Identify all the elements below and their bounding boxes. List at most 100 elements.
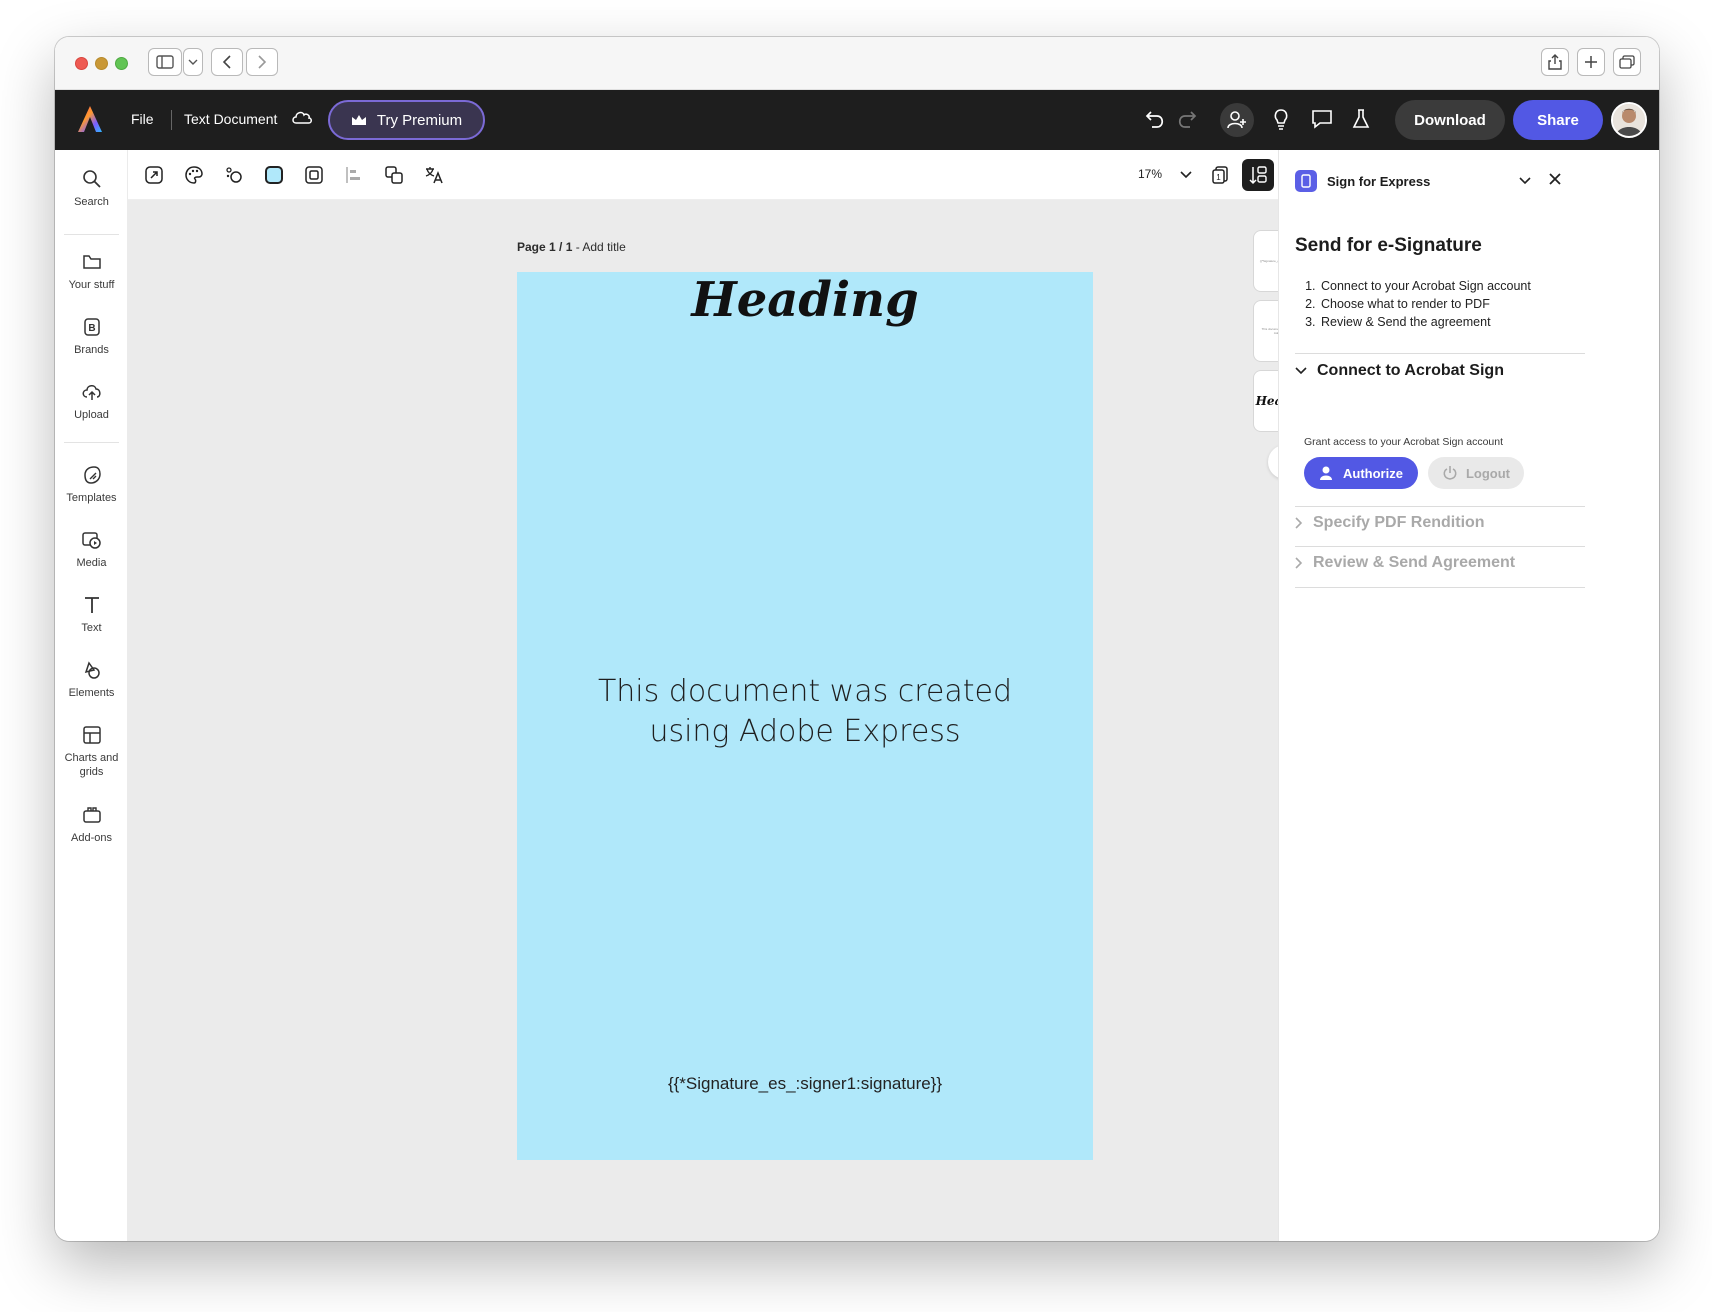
animate-icon <box>226 167 242 183</box>
rail-search[interactable]: Search <box>55 169 128 209</box>
user-photo-icon <box>1613 104 1645 136</box>
chevron-right-icon <box>1295 517 1303 529</box>
minimize-window-button[interactable] <box>95 57 108 70</box>
logout-label: Logout <box>1465 465 1511 481</box>
align-button[interactable] <box>342 163 366 187</box>
steps-list: Connect to your Acrobat Sign account Cho… <box>1319 277 1531 331</box>
ideas-button[interactable] <box>1272 108 1290 130</box>
flask-icon <box>1352 109 1370 128</box>
user-key-icon <box>1320 466 1333 480</box>
rail-addons[interactable]: Add-ons <box>55 805 128 845</box>
invite-button[interactable] <box>1220 103 1254 137</box>
upload-icon <box>82 385 101 400</box>
frame-button[interactable] <box>302 163 326 187</box>
rail-upload-label: Upload <box>74 409 109 421</box>
media-icon <box>81 532 101 549</box>
review-section-title: Review & Send Agreement <box>1313 554 1516 571</box>
close-window-button[interactable] <box>75 57 88 70</box>
forward-button[interactable] <box>246 48 278 76</box>
page-number: Page 1 / 1 <box>517 240 573 254</box>
panel-close-button[interactable] <box>1549 172 1561 190</box>
rail-search-label: Search <box>74 196 109 208</box>
connect-section-header[interactable]: Connect to Acrobat Sign <box>1295 362 1504 380</box>
browser-window: File Text Document Try Premium Download <box>55 37 1659 1241</box>
resize-button[interactable] <box>142 163 166 187</box>
grant-access-text: Grant access to your Acrobat Sign accoun… <box>1304 436 1504 448</box>
try-premium-button[interactable]: Try Premium <box>328 100 485 140</box>
tab-overview-button[interactable] <box>1613 48 1641 76</box>
document-page[interactable]: Heading This document was created using … <box>517 272 1093 1160</box>
doc-signature-tag[interactable]: {{*Signature_es_:signer1:signature}} <box>517 1074 1093 1094</box>
divider <box>1295 546 1585 547</box>
rail-media-label: Media <box>76 557 107 569</box>
share-page-button[interactable] <box>1541 48 1569 76</box>
window-titlebar <box>55 37 1659 90</box>
zoom-window-button[interactable] <box>115 57 128 70</box>
zoom-dropdown[interactable] <box>1174 163 1198 187</box>
share-button[interactable]: Share <box>1513 100 1603 140</box>
doc-body-line-1: This document was created <box>597 674 1013 709</box>
palette-icon <box>185 166 203 184</box>
undo-icon <box>1145 111 1164 128</box>
authorize-button[interactable]: Authorize <box>1304 457 1418 489</box>
rail-elements[interactable]: Elements <box>55 660 128 700</box>
layers-button[interactable] <box>382 163 406 187</box>
sidebar-toggle-button[interactable] <box>148 48 182 76</box>
pdf-section-header[interactable]: Specify PDF Rendition <box>1295 514 1485 532</box>
addons-icon <box>82 807 101 823</box>
translate-button[interactable] <box>422 163 446 187</box>
panel-collapse-button[interactable] <box>1519 172 1531 190</box>
avatar[interactable] <box>1611 102 1647 138</box>
add-person-icon <box>1227 111 1246 129</box>
download-button[interactable]: Download <box>1395 100 1505 140</box>
rail-media[interactable]: Media <box>55 530 128 570</box>
logout-button[interactable]: Logout <box>1428 457 1524 489</box>
chevron-down-icon <box>1519 177 1531 185</box>
document-title[interactable]: Text Document <box>184 111 277 127</box>
background-swatch <box>265 166 283 184</box>
step-item: Connect to your Acrobat Sign account <box>1319 277 1531 295</box>
svg-text:1: 1 <box>1216 173 1221 182</box>
rail-your-stuff[interactable]: Your stuff <box>55 252 128 292</box>
back-button[interactable] <box>211 48 243 76</box>
redo-icon <box>1178 111 1197 128</box>
chevron-down-icon <box>188 59 198 65</box>
chevron-right-icon <box>1295 557 1303 569</box>
adobe-express-logo[interactable] <box>77 105 103 133</box>
text-icon <box>84 597 99 613</box>
animate-button[interactable] <box>222 163 246 187</box>
chevron-right-icon <box>258 55 267 69</box>
resize-icon <box>145 166 163 184</box>
rail-upload[interactable]: Upload <box>55 382 128 422</box>
rail-charts[interactable]: Charts and grids <box>55 725 128 779</box>
doc-body-text[interactable]: This document was created using Adobe Ex… <box>517 672 1093 752</box>
comments-button[interactable] <box>1311 108 1333 130</box>
align-left-icon <box>346 167 360 183</box>
review-section-header[interactable]: Review & Send Agreement <box>1295 554 1515 572</box>
background-color-button[interactable] <box>262 163 286 187</box>
cloud-save-icon[interactable] <box>291 109 313 125</box>
reorder-pages-button[interactable] <box>1242 159 1274 191</box>
theme-button[interactable] <box>182 163 206 187</box>
rail-templates-label: Templates <box>66 492 117 504</box>
undo-button[interactable] <box>1144 108 1166 130</box>
rail-brands-label: Brands <box>74 344 109 356</box>
rail-text[interactable]: Text <box>55 595 128 635</box>
doc-heading[interactable]: Heading <box>517 272 1093 328</box>
labs-button[interactable] <box>1352 108 1370 130</box>
templates-icon <box>83 466 101 484</box>
redo-button[interactable] <box>1176 108 1198 130</box>
new-tab-button[interactable] <box>1577 48 1605 76</box>
pages-button[interactable]: 1 <box>1208 163 1232 187</box>
sign-panel: Sign for Express Send for e-Signature Co… <box>1278 150 1659 1241</box>
rail-brands[interactable]: B Brands <box>55 317 128 357</box>
add-title-link[interactable]: - Add title <box>572 240 626 254</box>
zoom-level[interactable]: 17% <box>1138 167 1162 181</box>
doc-body-line-2: using Adobe Express <box>649 714 961 749</box>
sidebar-menu-button[interactable] <box>183 48 203 76</box>
divider <box>64 442 119 443</box>
step-item: Review & Send the agreement <box>1319 313 1531 331</box>
rail-templates[interactable]: Templates <box>55 465 128 505</box>
file-menu[interactable]: File <box>131 111 154 127</box>
plus-icon <box>1585 56 1597 68</box>
